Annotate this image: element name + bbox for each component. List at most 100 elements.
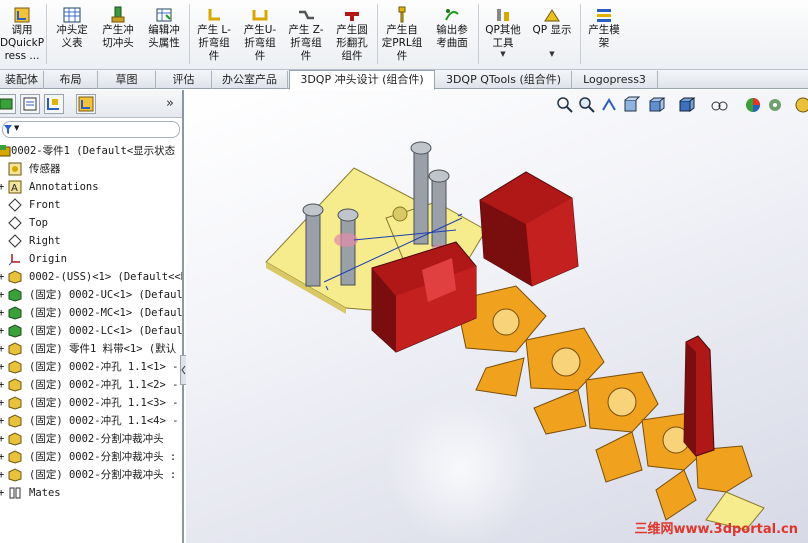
tree-item-component[interactable]: + (固定) 0002-LC<1> (Defaul xyxy=(0,322,182,340)
expand-icon[interactable]: + xyxy=(0,268,4,286)
tab-3dqp-punch-design[interactable]: 3DQP 冲头设计 (组合件) xyxy=(289,70,435,90)
part-icon xyxy=(8,432,22,446)
punch-table-button[interactable]: 冲头定 义表 xyxy=(50,6,94,68)
tree-item-component[interactable]: + (固定) 0002-MC<1> (Defaul xyxy=(0,304,182,322)
tree-item-top-plane[interactable]: Top xyxy=(0,214,182,232)
part-icon xyxy=(8,450,22,464)
tree-item-annotations[interactable]: + A Annotations xyxy=(0,178,182,196)
tree-item-component[interactable]: + (固定) 0002-冲孔 1.1<4> - xyxy=(0,412,182,430)
configuration-tab-button[interactable] xyxy=(44,94,64,114)
expand-icon[interactable]: + xyxy=(0,178,4,196)
ribbon-label: 产生冲 切冲头 xyxy=(102,24,134,49)
tree-item-label: (固定) 0002-冲孔 1.1<4> - xyxy=(29,415,179,427)
part-icon xyxy=(8,414,22,428)
expand-icon[interactable]: + xyxy=(0,430,4,448)
u-bend-button[interactable]: 产生U- 折弯组 件 xyxy=(238,6,282,68)
tab-logopress3[interactable]: Logopress3 xyxy=(572,71,658,89)
edit-punch-button[interactable]: 编辑冲 头属性 xyxy=(142,6,186,68)
part-icon xyxy=(8,360,22,374)
flange-hole-button[interactable]: 产生圆 形翻孔 组件 xyxy=(330,6,374,68)
tree-item-front-plane[interactable]: Front xyxy=(0,196,182,214)
display-icon xyxy=(541,6,563,24)
ribbon-separator xyxy=(46,4,47,64)
tab-office-products[interactable]: 办公室产品 xyxy=(212,71,288,89)
graphics-viewport[interactable]: 三维网www.3dportal.cn xyxy=(186,90,808,543)
ribbon-label: 产生 Z- 折弯组 件 xyxy=(288,24,324,62)
tree-item-component[interactable]: + (固定) 0002-冲孔 1.1<3> - xyxy=(0,394,182,412)
ribbon-label: 调用 DQuickP ress ... xyxy=(0,24,45,62)
tree-item-label: (固定) 0002-UC<1> (Defaul xyxy=(29,289,182,301)
expand-icon[interactable]: + xyxy=(0,286,4,304)
part-icon xyxy=(8,468,22,482)
property-tab-button[interactable] xyxy=(20,94,40,114)
tab-assembly[interactable]: 装配体 xyxy=(0,71,44,89)
quickpress-tab-button[interactable] xyxy=(76,94,96,114)
expand-icon[interactable]: + xyxy=(0,340,4,358)
assembly-icon xyxy=(0,145,11,157)
custom-prl-button[interactable]: 产生自 定PRL组 件 xyxy=(380,6,424,68)
plane-icon xyxy=(8,234,22,248)
tree-item-origin[interactable]: Origin xyxy=(0,250,182,268)
expand-icon[interactable]: + xyxy=(0,322,4,340)
tree-item-component[interactable]: + (固定) 0002-UC<1> (Defaul xyxy=(0,286,182,304)
origin-icon xyxy=(8,254,20,266)
tree-item-component[interactable]: + 0002-(USS)<1> (Default<<D xyxy=(0,268,182,286)
plane-icon xyxy=(8,216,22,230)
tree-item-root-assembly[interactable]: 0002-零件1 (Default<显示状态 xyxy=(0,142,182,160)
tree-item-component[interactable]: + (固定) 0002-分割冲裁冲头 : xyxy=(0,466,182,484)
expand-icon[interactable]: + xyxy=(0,484,4,502)
tree-item-sensors[interactable]: 传感器 xyxy=(0,160,182,178)
tab-3dqp-qtools[interactable]: 3DQP QTools (组合件) xyxy=(436,71,572,89)
ribbon-label: QP 显示 xyxy=(532,24,572,36)
chevron-down-icon: ▼ xyxy=(14,124,20,132)
part-icon xyxy=(8,396,22,410)
die-set-icon xyxy=(593,6,615,24)
3d-model-render xyxy=(265,141,765,531)
punch-icon xyxy=(107,6,129,24)
tab-layout[interactable]: 布局 xyxy=(44,71,98,89)
l-bend-icon xyxy=(203,6,225,24)
feature-tree-tab-button[interactable] xyxy=(0,94,16,114)
surface-icon xyxy=(441,6,463,24)
more-tabs-button[interactable]: » xyxy=(166,96,174,111)
chevron-down-icon: ▼ xyxy=(500,50,506,58)
tree-item-label: (固定) 0002-分割冲裁冲头 xyxy=(29,433,164,445)
part-icon xyxy=(8,342,22,356)
tab-evaluate[interactable]: 评估 xyxy=(156,71,212,89)
tree-item-component[interactable]: + (固定) 零件1 料带<1> (默认 xyxy=(0,340,182,358)
expand-icon[interactable]: + xyxy=(0,448,4,466)
tree-item-label: Top xyxy=(29,217,48,229)
tree-item-component[interactable]: + (固定) 0002-冲孔 1.1<1> - xyxy=(0,358,182,376)
create-die-set-button[interactable]: 产生模 架 xyxy=(582,6,626,68)
tree-item-component[interactable]: + (固定) 0002-分割冲裁冲头 xyxy=(0,430,182,448)
ribbon-label: 产生U- 折弯组 件 xyxy=(243,24,277,62)
qp-tools-button[interactable]: QP其他 工具 ▼ xyxy=(480,6,526,68)
tree-item-component[interactable]: + (固定) 0002-冲孔 1.1<2> - xyxy=(0,376,182,394)
expand-icon[interactable]: + xyxy=(0,358,4,376)
create-punch-button[interactable]: 产生冲 切冲头 xyxy=(96,6,140,68)
property-icon xyxy=(23,97,37,111)
tree-item-mates[interactable]: + Mates xyxy=(0,484,182,502)
tree-item-right-plane[interactable]: Right xyxy=(0,232,182,250)
tree-filter-input[interactable]: ▼ xyxy=(2,121,180,138)
configuration-icon xyxy=(47,98,59,110)
expand-icon[interactable]: + xyxy=(0,304,4,322)
quickpress-button[interactable]: 调用 DQuickP ress ... xyxy=(0,6,44,68)
tree-item-component[interactable]: + (固定) 0002-分割冲裁冲头 : xyxy=(0,448,182,466)
expand-icon[interactable]: + xyxy=(0,466,4,484)
tab-sketch[interactable]: 草图 xyxy=(98,71,156,89)
expand-icon[interactable]: + xyxy=(0,412,4,430)
progressive-strip xyxy=(455,285,765,531)
export-surface-button[interactable]: 输出参 考曲面 xyxy=(428,6,476,68)
tree-item-label: (固定) 0002-分割冲裁冲头 : xyxy=(29,469,177,481)
l-bend-button[interactable]: 产生 L- 折弯组 件 xyxy=(192,6,236,68)
command-ribbon: 调用 DQuickP ress ... 冲头定 义表 产生冲 切冲头 编辑冲 头… xyxy=(0,0,808,70)
feature-manager-pane: » ▼ 0002-零件1 (Default<显示状态 传感器 + A Annot… xyxy=(0,90,184,543)
qp-display-button[interactable]: QP 显示 ▼ xyxy=(528,6,576,68)
expand-icon[interactable]: + xyxy=(0,394,4,412)
flange-icon xyxy=(341,6,363,24)
z-bend-button[interactable]: 产生 Z- 折弯组 件 xyxy=(284,6,328,68)
chevron-down-icon: ▼ xyxy=(549,50,555,58)
tree-item-label: 0002-零件1 (Default<显示状态 xyxy=(11,145,176,157)
expand-icon[interactable]: + xyxy=(0,376,4,394)
